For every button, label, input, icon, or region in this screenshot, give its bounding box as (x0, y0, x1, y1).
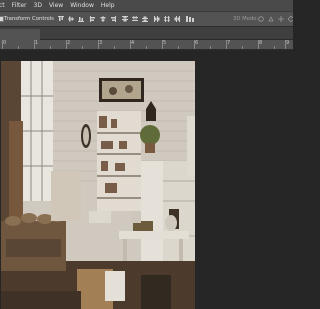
distribute-hcenter-icon[interactable] (164, 16, 170, 22)
menu-view[interactable]: View (49, 0, 63, 11)
transform-controls-label: Transform Controls (4, 16, 54, 22)
menu-select[interactable]: ct (0, 0, 5, 11)
align-left-icon[interactable] (90, 16, 96, 22)
document-tab[interactable] (0, 29, 40, 40)
horizontal-ruler: 0 1 2 3 4 5 6 7 8 9 (0, 40, 293, 50)
3d-mode-label: 3D Mode: (233, 16, 259, 22)
distribute-right-icon[interactable] (174, 16, 180, 22)
ruler-label: 5 (163, 40, 167, 46)
document-tab-strip (0, 27, 293, 40)
3d-roll-icon[interactable] (268, 16, 274, 22)
3d-slide-icon[interactable] (288, 16, 293, 22)
3d-rotate-icon[interactable] (258, 16, 264, 22)
align-bottom-icon[interactable] (78, 16, 84, 22)
distribute-left-icon[interactable] (154, 16, 160, 22)
ruler-label: 2 (67, 40, 71, 46)
align-top-icon[interactable] (58, 16, 64, 22)
align-vcenter-icon[interactable] (68, 16, 74, 22)
distribute-vcenter-icon[interactable] (132, 16, 138, 22)
distribute-top-icon[interactable] (122, 16, 128, 22)
3d-drag-icon[interactable] (278, 16, 284, 22)
canvas-area[interactable] (0, 50, 293, 309)
ruler-label: 7 (227, 40, 231, 46)
menu-bar: ct Filter 3D View Window Help (0, 0, 293, 11)
ruler-label: 9 (286, 40, 290, 46)
auto-align-icon[interactable] (186, 16, 194, 22)
options-bar: Transform Controls 3D Mode: (0, 11, 293, 27)
menu-window[interactable]: Window (70, 0, 94, 11)
align-hcenter-icon[interactable] (100, 16, 106, 22)
ruler-label: 1 (35, 40, 39, 46)
menu-3d[interactable]: 3D (34, 0, 42, 11)
align-right-icon[interactable] (110, 16, 116, 22)
ruler-label: 3 (99, 40, 103, 46)
document-image[interactable] (1, 61, 195, 309)
interior-photo-image (1, 61, 195, 309)
photoshop-window: ct Filter 3D View Window Help Transform … (0, 0, 293, 309)
ruler-label: 4 (131, 40, 135, 46)
menu-help[interactable]: Help (101, 0, 115, 11)
ruler-label: 8 (259, 40, 263, 46)
distribute-bottom-icon[interactable] (142, 16, 148, 22)
ruler-label: 6 (195, 40, 199, 46)
menu-filter[interactable]: Filter (12, 0, 27, 11)
ruler-label: 0 (3, 40, 7, 46)
